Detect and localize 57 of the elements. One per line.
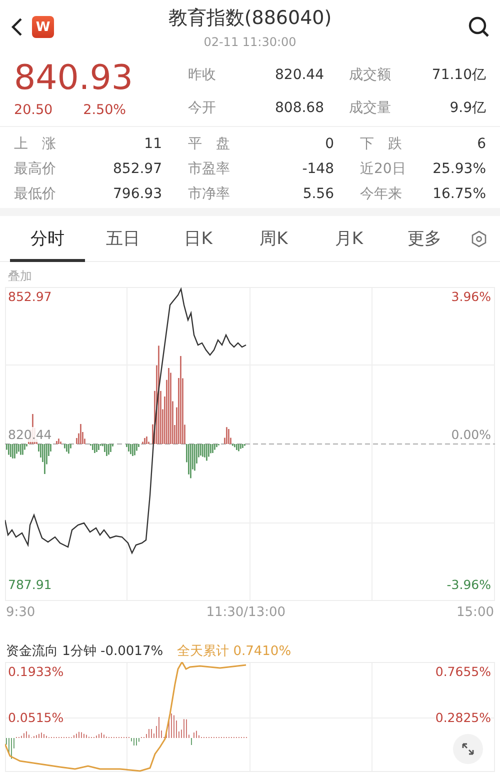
axis-label: 0.1933% <box>8 664 64 679</box>
stat-label: 今开 <box>188 98 217 116</box>
stat-value: 796.93 <box>112 186 162 202</box>
chart-tab[interactable]: 日K <box>160 216 236 262</box>
stat-value: 16.75% <box>432 186 486 202</box>
stat-label: 昨收 <box>188 66 217 84</box>
stat-label: 成交量 <box>348 98 392 116</box>
stat-value: 0 <box>324 136 334 152</box>
search-icon[interactable] <box>468 16 490 38</box>
stat-label: 上 涨 <box>14 134 56 152</box>
settings-icon[interactable] <box>470 230 488 248</box>
expand-icon[interactable] <box>453 734 483 764</box>
axis-label: 0.0515% <box>8 710 64 725</box>
app-logo: W <box>32 16 54 38</box>
stat-value: 25.93% <box>432 160 486 176</box>
axis-label: 852.97 <box>8 289 52 304</box>
stat-label: 近20日 <box>360 160 402 178</box>
price-change: 20.50 <box>14 102 53 118</box>
axis-label: 0.2825% <box>435 710 491 725</box>
stat-value: 5.56 <box>302 186 334 202</box>
time-label: 11:30/13:00 <box>206 605 286 620</box>
stat-value: 852.97 <box>112 160 162 176</box>
axis-label: -3.96% <box>446 577 491 592</box>
stat-label: 成交额 <box>348 66 392 84</box>
stat-value: 9.9亿 <box>448 98 486 116</box>
page-title: 教育指数(886040) <box>168 6 332 31</box>
stat-value: 71.10亿 <box>430 66 486 84</box>
fund-flow-title: 资金流向 1分钟 -0.0017% <box>6 643 164 660</box>
stat-value: 11 <box>143 136 162 152</box>
stat-value: 6 <box>476 136 486 152</box>
stat-label: 市净率 <box>188 184 230 202</box>
stat-value: 820.44 <box>274 66 324 82</box>
chart-tab[interactable]: 分时 <box>10 216 86 262</box>
stat-label: 最低价 <box>14 184 56 202</box>
axis-label: 0.00% <box>451 427 491 442</box>
fund-flow-total: 全天累计 0.7410% <box>177 643 292 660</box>
stat-label: 下 跌 <box>360 134 402 152</box>
back-icon[interactable] <box>10 17 24 37</box>
axis-label: 0.7655% <box>435 664 491 679</box>
index-price: 840.93 <box>14 58 134 98</box>
chart-tab[interactable]: 月K <box>311 216 387 262</box>
stat-label: 最高价 <box>14 160 56 178</box>
axis-label: 3.96% <box>451 289 491 304</box>
percent-change: 2.50% <box>83 102 126 118</box>
chart-tab[interactable]: 五日 <box>85 216 161 262</box>
axis-label: 820.44 <box>8 427 52 442</box>
axis-label: 787.91 <box>8 577 52 592</box>
time-label: 15:00 <box>456 605 494 620</box>
stat-value: -148 <box>301 160 334 176</box>
chart-tab[interactable]: 更多 <box>386 216 462 262</box>
stat-label: 今年来 <box>360 184 402 202</box>
timestamp: 02-11 11:30:00 <box>204 35 296 49</box>
stat-label: 市盈率 <box>188 160 230 178</box>
time-label: 9:30 <box>6 605 36 620</box>
stat-value: 808.68 <box>274 100 324 116</box>
chart-tab[interactable]: 周K <box>236 216 312 262</box>
stat-label: 平 盘 <box>188 134 230 152</box>
